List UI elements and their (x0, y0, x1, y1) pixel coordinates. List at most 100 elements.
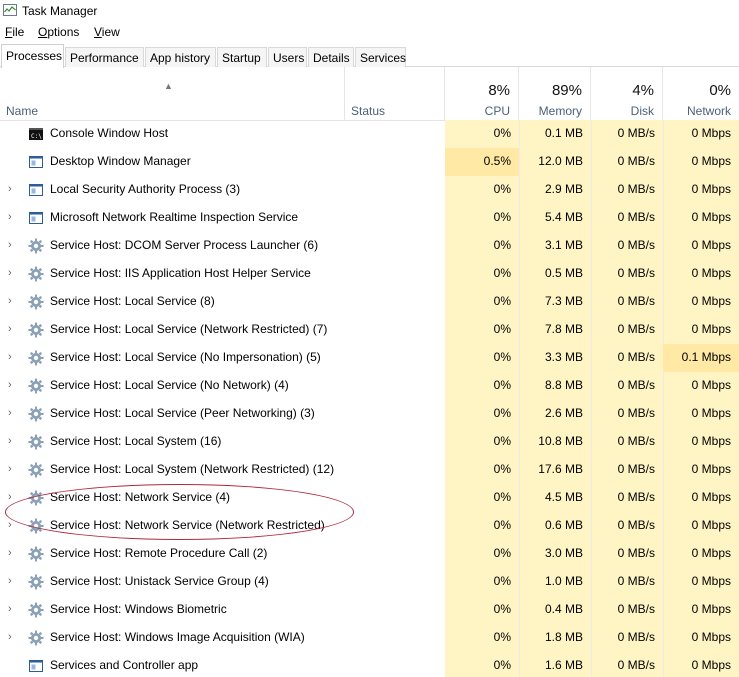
process-disk-value: 0 MB/s (617, 574, 655, 588)
process-row[interactable]: › Service Host: DCOM Server Process Launc… (0, 232, 739, 260)
process-disk-value: 0 MB/s (617, 518, 655, 532)
process-disk-value: 0 MB/s (617, 294, 655, 308)
process-memory-value: 3.3 MB (544, 350, 583, 364)
process-name: Service Host: Local System (Network Rest… (50, 462, 335, 476)
process-row[interactable]: › Service Host: Windows Biometric 0% 0.4 MB… (0, 596, 739, 624)
chevron-right-icon[interactable]: › (8, 456, 12, 484)
process-cpu-value: 0% (493, 266, 511, 280)
chevron-right-icon[interactable]: › (8, 372, 12, 400)
tab-performance[interactable]: Performance (65, 47, 144, 67)
chevron-right-icon[interactable]: › (8, 344, 12, 372)
menu-file[interactable]: File (5, 25, 24, 39)
process-name: Service Host: Unistack Service Group (4) (50, 574, 269, 588)
column-status-header[interactable]: Status (345, 67, 445, 121)
process-memory-value: 3.0 MB (544, 546, 583, 560)
process-row[interactable]: Desktop Window Manager 0.5% 12.0 MB 0 MB/s 0… (0, 148, 739, 176)
process-row[interactable]: › Service Host: Local System (Network Res… (0, 456, 739, 484)
process-row[interactable]: › Service Host: Local Service (No Imperso… (0, 344, 739, 372)
tab-app-history[interactable]: App history (145, 47, 216, 67)
process-row[interactable]: Services and Controller app 0% 1.6 MB 0 MB/… (0, 652, 739, 677)
process-network-value: 0 Mbps (691, 266, 731, 280)
process-network-value: 0 Mbps (691, 434, 731, 448)
gear-icon (28, 238, 44, 254)
process-row[interactable]: › Service Host: Unistack Service Group (4… (0, 568, 739, 596)
gear-icon (28, 462, 44, 478)
chevron-right-icon[interactable]: › (8, 400, 12, 428)
highlight-ellipse (5, 484, 354, 540)
process-network-value: 0 Mbps (691, 518, 731, 532)
process-memory-value: 5.4 MB (544, 210, 583, 224)
process-row[interactable]: › Service Host: Windows Image Acquisition… (0, 624, 739, 652)
chevron-right-icon[interactable]: › (8, 316, 12, 344)
chevron-right-icon[interactable]: › (8, 624, 12, 652)
process-memory-value: 4.5 MB (544, 490, 583, 504)
process-network-value: 0 Mbps (691, 182, 731, 196)
process-cpu-value: 0% (493, 602, 511, 616)
process-disk-value: 0 MB/s (617, 490, 655, 504)
chevron-right-icon[interactable]: › (8, 596, 12, 624)
process-memory-value: 17.6 MB (538, 462, 583, 476)
gear-icon (28, 322, 44, 338)
column-name-header[interactable]: ▲ Name (0, 67, 345, 121)
column-disk-header[interactable]: 4% Disk (591, 67, 663, 121)
tab-services[interactable]: Services (355, 47, 406, 67)
process-network-value: 0 Mbps (691, 462, 731, 476)
process-network-value: 0 Mbps (691, 602, 731, 616)
process-network-value: 0 Mbps (691, 378, 731, 392)
tab-startup[interactable]: Startup (217, 47, 267, 67)
process-row[interactable]: › Service Host: Local Service (No Network… (0, 372, 739, 400)
process-row[interactable]: › Service Host: IIS Application Host Help… (0, 260, 739, 288)
process-memory-value: 8.8 MB (544, 378, 583, 392)
tab-details[interactable]: Details (308, 47, 354, 67)
gear-icon (28, 602, 44, 618)
process-row[interactable]: › Service Host: Local Service (Peer Netwo… (0, 400, 739, 428)
process-memory-value: 7.8 MB (544, 322, 583, 336)
console-icon: C:\ (28, 126, 44, 142)
process-cpu-value: 0% (493, 434, 511, 448)
process-name: Local Security Authority Process (3) (50, 182, 241, 196)
process-name: Service Host: Remote Procedure Call (2) (50, 546, 268, 560)
process-row[interactable]: › Service Host: Remote Procedure Call (2)… (0, 540, 739, 568)
process-cpu-value: 0% (493, 406, 511, 420)
process-cpu-value: 0% (493, 378, 511, 392)
process-row[interactable]: › Service Host: Local Service (Network Re… (0, 316, 739, 344)
process-disk-value: 0 MB/s (617, 406, 655, 420)
chevron-right-icon[interactable]: › (8, 204, 12, 232)
process-disk-value: 0 MB/s (617, 238, 655, 252)
menu-view[interactable]: View (94, 25, 120, 39)
gear-icon (28, 630, 44, 646)
process-row[interactable]: C:\ Console Window Host 0% 0.1 MB 0 MB/s 0 Mb… (0, 120, 739, 148)
process-network-value: 0 Mbps (691, 658, 731, 672)
process-disk-value: 0 MB/s (617, 546, 655, 560)
title-bar: Task Manager (0, 0, 739, 22)
tab-processes[interactable]: Processes (1, 44, 64, 68)
chevron-right-icon[interactable]: › (8, 288, 12, 316)
column-network-header[interactable]: 0% Network (663, 67, 739, 121)
process-cpu-value: 0.5% (445, 148, 519, 176)
column-memory-header[interactable]: 89% Memory (519, 67, 591, 121)
chevron-right-icon[interactable]: › (8, 176, 12, 204)
gear-icon (28, 350, 44, 366)
process-row[interactable]: › Service Host: Local System (16) 0% 10.8 M… (0, 428, 739, 456)
process-cpu-value: 0% (493, 350, 511, 364)
chevron-right-icon[interactable]: › (8, 428, 12, 456)
process-memory-value: 0.6 MB (544, 518, 583, 532)
column-cpu-header[interactable]: 8% CPU (445, 67, 519, 121)
chevron-right-icon[interactable]: › (8, 232, 12, 260)
process-memory-value: 7.3 MB (544, 294, 583, 308)
process-list: C:\ Console Window Host 0% 0.1 MB 0 MB/s 0 Mb… (0, 120, 739, 677)
menu-options[interactable]: Options (38, 25, 79, 39)
tab-users[interactable]: Users (268, 47, 307, 67)
task-manager-icon (3, 4, 17, 16)
process-row[interactable]: › Microsoft Network Realtime Inspection S… (0, 204, 739, 232)
process-row[interactable]: › Service Host: Local Service (8) 0% 7.3 MB… (0, 288, 739, 316)
process-memory-value: 2.9 MB (544, 182, 583, 196)
process-disk-value: 0 MB/s (617, 462, 655, 476)
chevron-right-icon[interactable]: › (8, 260, 12, 288)
process-name: Service Host: Local Service (8) (50, 294, 215, 308)
chevron-right-icon[interactable]: › (8, 568, 12, 596)
process-memory-value: 12.0 MB (538, 154, 583, 168)
process-cpu-value: 0% (493, 518, 511, 532)
chevron-right-icon[interactable]: › (8, 540, 12, 568)
process-row[interactable]: › Local Security Authority Process (3) 0% 2… (0, 176, 739, 204)
